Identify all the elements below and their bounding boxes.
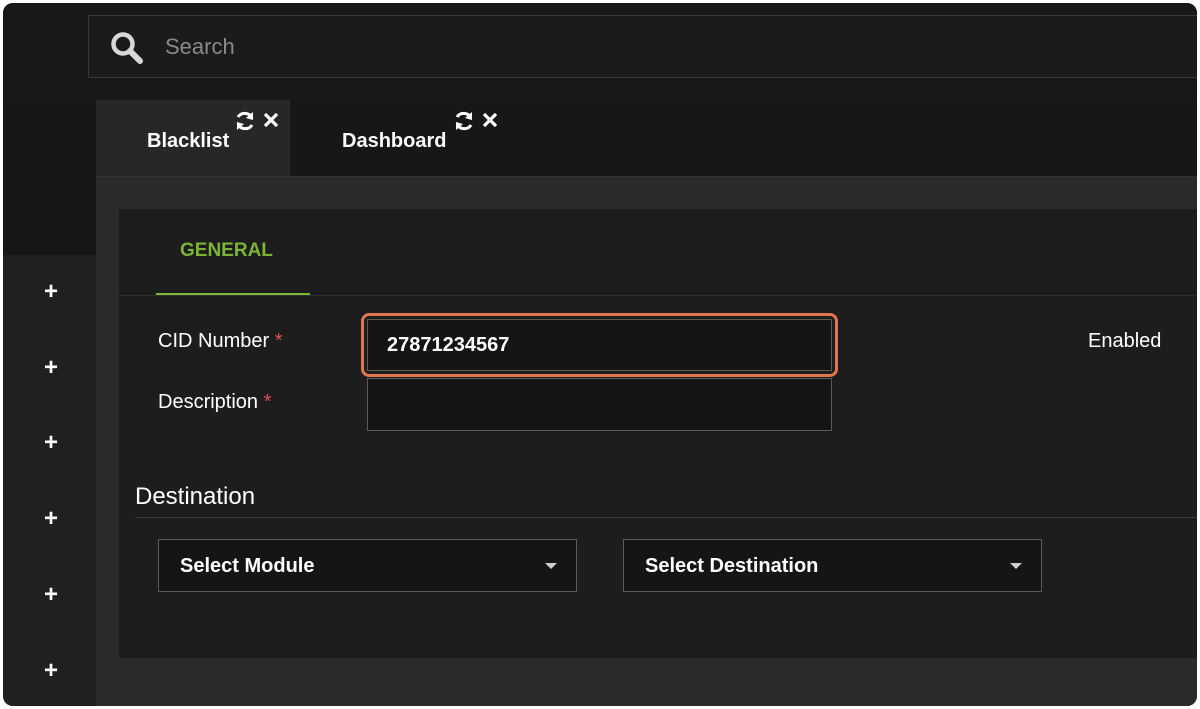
form-panel: GENERAL CID Number * Enabled Description… <box>119 209 1197 658</box>
sidebar-expand-button[interactable]: + <box>36 656 66 686</box>
destination-select-label: Select Destination <box>645 555 819 577</box>
chevron-down-icon <box>1010 563 1022 569</box>
search-icon[interactable] <box>109 30 145 66</box>
cid-number-label-text: CID Number <box>158 330 270 352</box>
tab-general-label: GENERAL <box>180 240 273 261</box>
app-window: + + + + + + Blacklist Dashboard <box>3 3 1197 706</box>
content-area: GENERAL CID Number * Enabled Description… <box>96 177 1197 706</box>
enabled-label: Enabled <box>1088 330 1162 352</box>
cid-number-label: CID Number * <box>158 330 283 353</box>
refresh-icon[interactable] <box>233 109 257 133</box>
sidebar: + + + + + + <box>3 255 96 706</box>
tab-bar: Blacklist Dashboard <box>96 100 1197 177</box>
sidebar-expand-button[interactable]: + <box>36 353 66 383</box>
sidebar-expand-button[interactable]: + <box>36 504 66 534</box>
close-icon[interactable] <box>263 112 279 128</box>
close-icon[interactable] <box>482 112 498 128</box>
panel-divider <box>119 295 1197 296</box>
tab-label: Dashboard <box>342 130 447 152</box>
sidebar-expand-button[interactable]: + <box>36 580 66 610</box>
refresh-icon[interactable] <box>452 109 476 133</box>
tab-general[interactable]: GENERAL <box>156 209 310 295</box>
top-bar <box>3 3 1197 100</box>
required-mark: * <box>263 391 272 413</box>
sidebar-header <box>3 100 96 255</box>
description-label: Description * <box>158 391 271 414</box>
module-select[interactable]: Select Module <box>158 539 577 592</box>
chevron-down-icon <box>545 563 557 569</box>
search-box[interactable] <box>88 15 1197 78</box>
search-input[interactable] <box>165 30 765 64</box>
module-select-label: Select Module <box>180 555 315 577</box>
description-label-text: Description <box>158 391 259 413</box>
required-mark: * <box>274 330 283 352</box>
destination-title: Destination <box>135 483 256 510</box>
cid-number-field[interactable] <box>367 319 832 371</box>
sidebar-expand-button[interactable]: + <box>36 277 66 307</box>
destination-select[interactable]: Select Destination <box>623 539 1042 592</box>
tab-label: Blacklist <box>147 130 230 152</box>
section-divider <box>135 517 1197 518</box>
description-field[interactable] <box>367 378 832 431</box>
sidebar-expand-button[interactable]: + <box>36 428 66 458</box>
tab-dashboard[interactable]: Dashboard <box>290 100 530 176</box>
tab-blacklist[interactable]: Blacklist <box>96 100 290 176</box>
